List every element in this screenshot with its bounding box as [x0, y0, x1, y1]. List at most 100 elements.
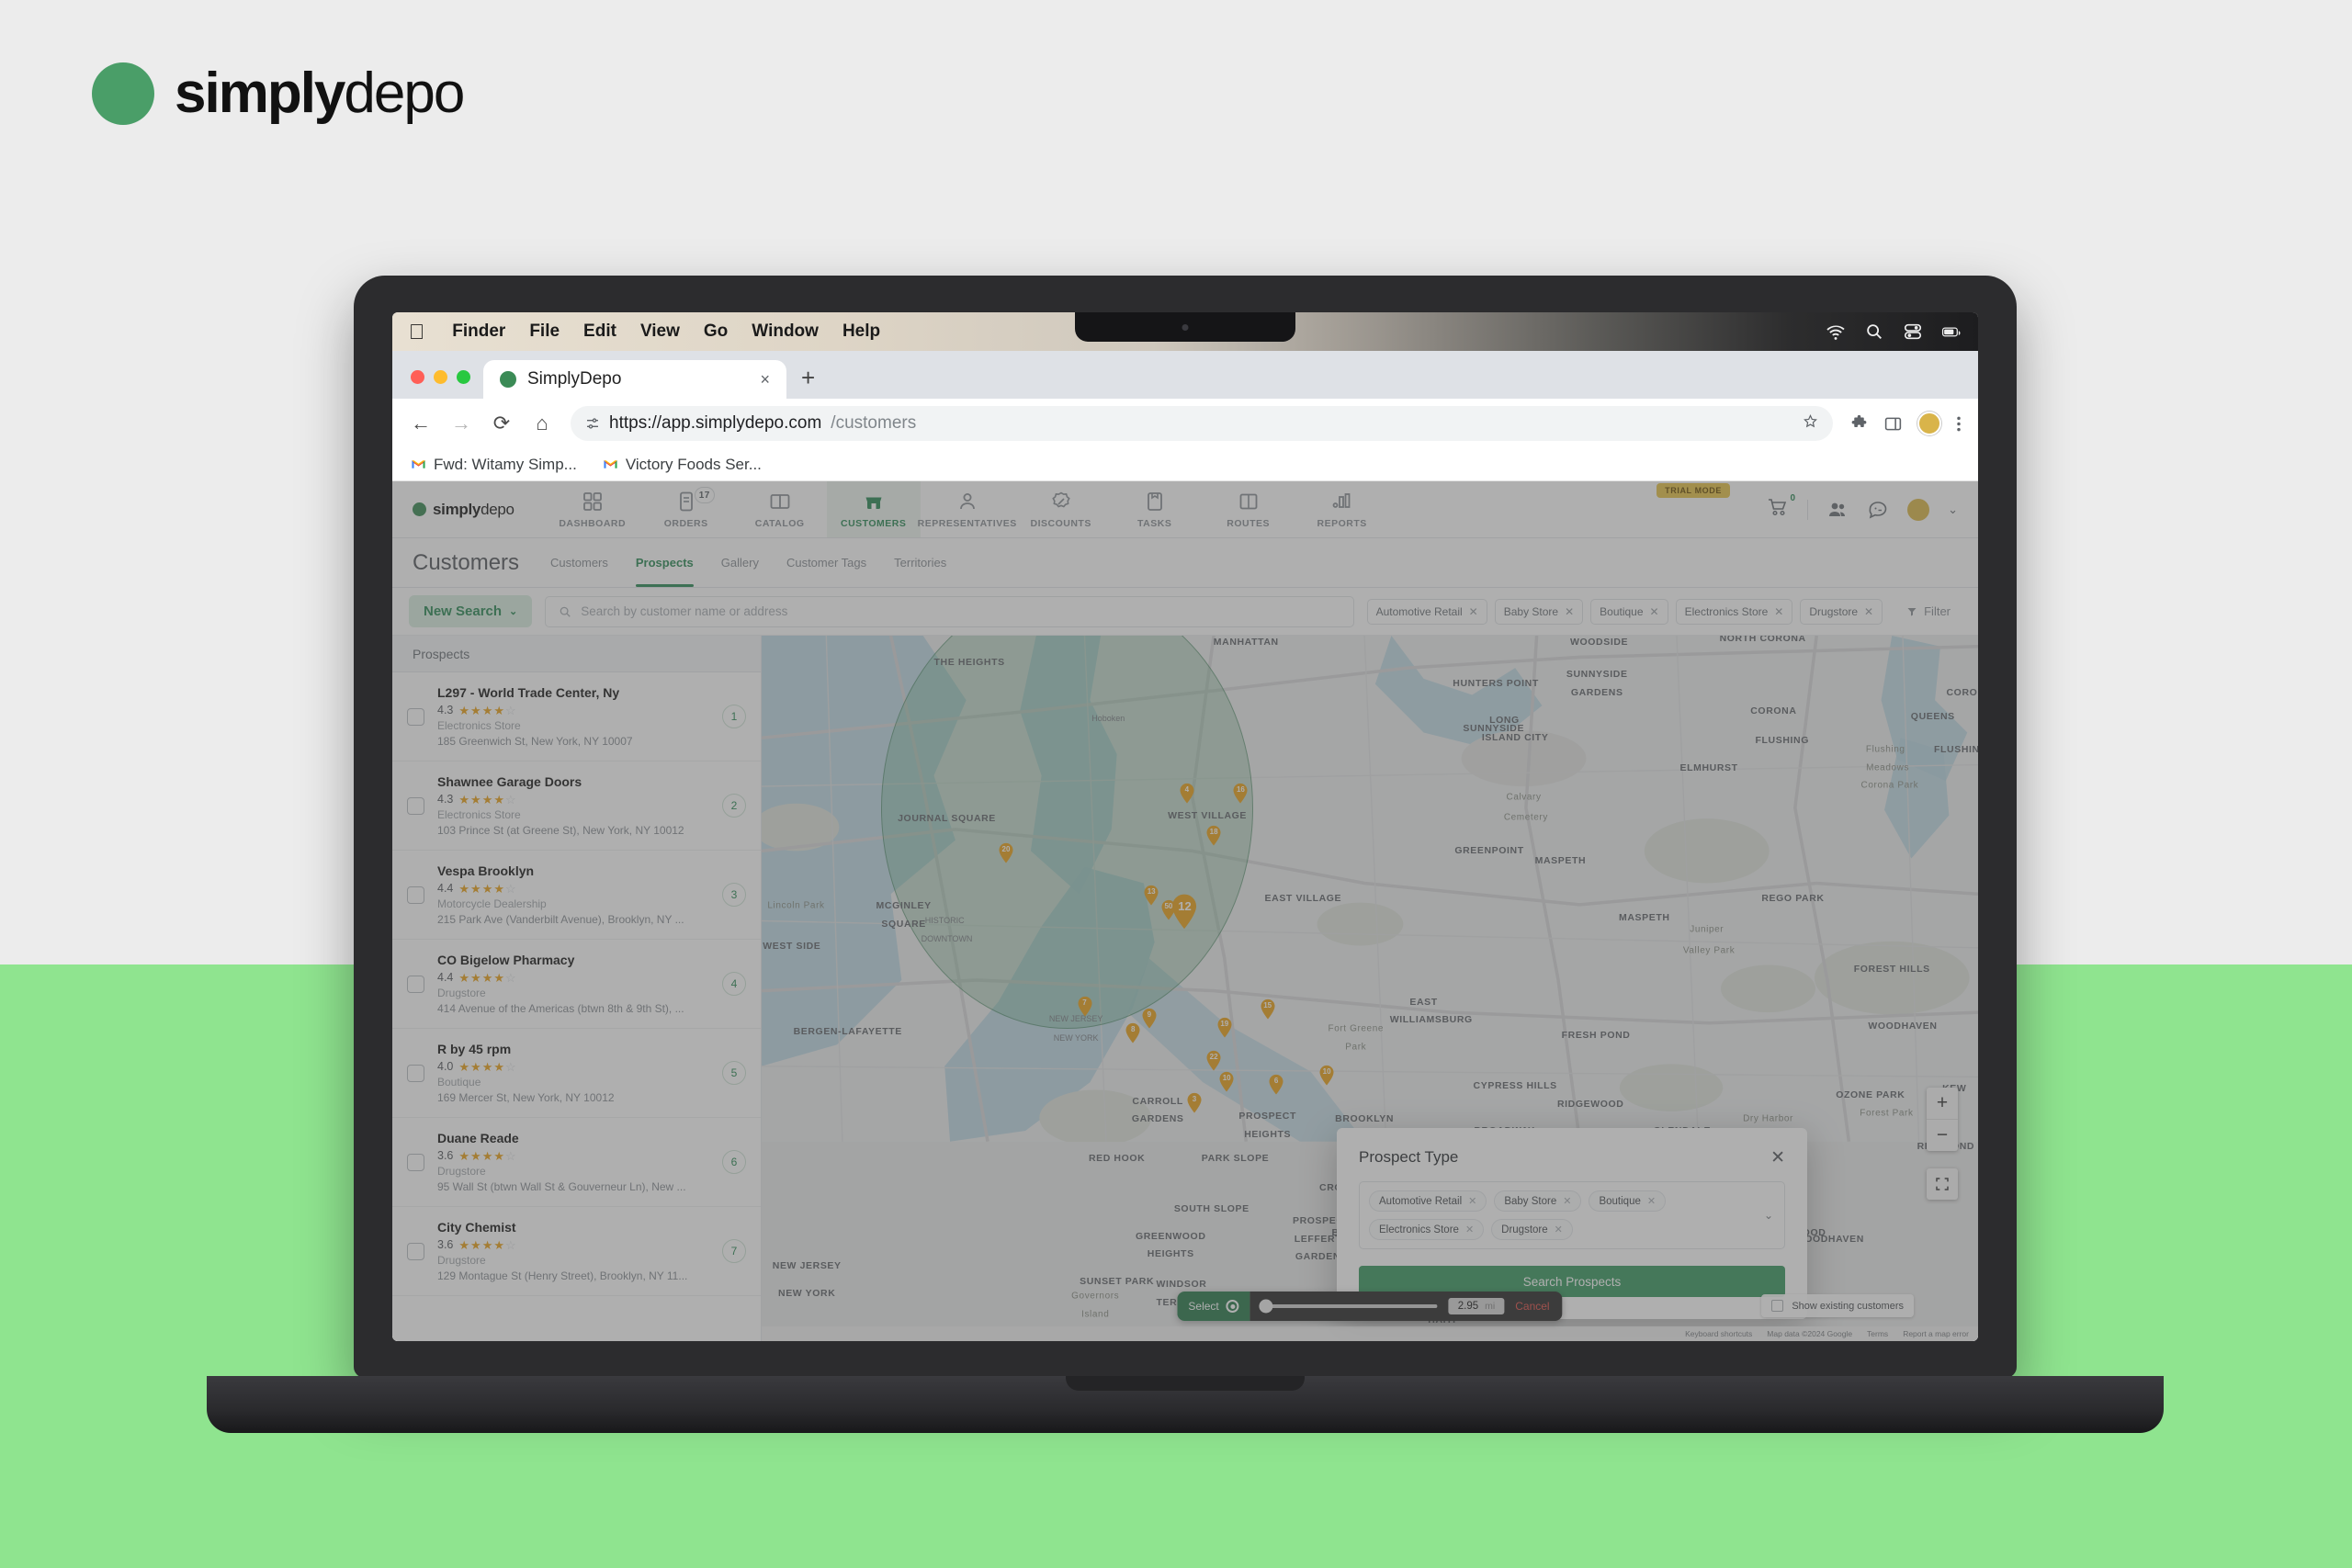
close-icon[interactable]: ✕	[1774, 605, 1783, 618]
close-icon[interactable]: ✕	[1465, 1224, 1474, 1235]
close-icon[interactable]: ✕	[1468, 1195, 1476, 1207]
menu-item-edit[interactable]: Edit	[583, 321, 616, 342]
checkbox-icon[interactable]	[1771, 1300, 1784, 1312]
checkbox-icon[interactable]	[407, 796, 424, 815]
list-item[interactable]: City Chemist 3.6 ★★★★☆ Drugstore 129 Montagu…	[392, 1207, 761, 1296]
user-menu-caret-icon[interactable]: ⌄	[1948, 502, 1958, 517]
modal-chip-drugstore[interactable]: Drugstore ✕	[1491, 1219, 1573, 1240]
map-pin[interactable]: 3	[1187, 1092, 1203, 1113]
map-pin[interactable]: 20	[998, 842, 1013, 863]
star-icon[interactable]	[1803, 413, 1818, 429]
list-item[interactable]: Shawnee Garage Doors 4.3 ★★★★☆ Electronics …	[392, 761, 761, 851]
tab-close-icon[interactable]: ×	[756, 370, 774, 389]
map-pin[interactable]: 18	[1206, 825, 1222, 846]
prospects-list[interactable]: L297 - World Trade Center, Ny 4.3 ★★★★☆ Ele…	[392, 672, 761, 1341]
map-pin[interactable]: 6	[1269, 1074, 1284, 1095]
people-icon[interactable]	[1826, 499, 1849, 521]
prospect-type-multiselect[interactable]: Automotive Retail ✕ Baby Store ✕ Boutique ✕…	[1359, 1181, 1785, 1249]
close-icon[interactable]: ✕	[1469, 605, 1478, 618]
close-icon[interactable]: ✕	[1650, 605, 1659, 618]
checkbox-icon[interactable]	[407, 886, 424, 904]
apple-logo-icon[interactable]: 	[409, 321, 424, 343]
bookmark-item-1[interactable]: Fwd: Witamy Simp...	[411, 456, 577, 474]
zoom-out-button[interactable]: −	[1927, 1120, 1958, 1151]
close-icon[interactable]: ✕	[1770, 1149, 1785, 1167]
sidepanel-icon[interactable]	[1883, 414, 1903, 434]
map-pin[interactable]: 12	[1170, 893, 1198, 930]
list-item[interactable]: R by 45 rpm 4.0 ★★★★☆ Boutique 169 Mercer St…	[392, 1029, 761, 1118]
zoom-in-button[interactable]: +	[1927, 1088, 1958, 1119]
list-item[interactable]: Vespa Brooklyn 4.4 ★★★★☆ Motorcycle Dealers…	[392, 851, 761, 940]
site-settings-icon[interactable]	[585, 416, 600, 431]
list-item[interactable]: L297 - World Trade Center, Ny 4.3 ★★★★☆ Ele…	[392, 672, 761, 761]
nav-item-routes[interactable]: ROUTES	[1202, 481, 1295, 537]
map-pin[interactable]: 7	[1077, 996, 1092, 1017]
checkbox-icon[interactable]	[407, 1242, 424, 1260]
filter-chip-boutique[interactable]: Boutique ✕	[1590, 598, 1668, 625]
modal-chip-automotive-retail[interactable]: Automotive Retail ✕	[1369, 1190, 1487, 1212]
modal-chip-electronics-store[interactable]: Electronics Store ✕	[1369, 1219, 1485, 1240]
filter-chip-automotive-retail[interactable]: Automotive Retail ✕	[1366, 598, 1487, 625]
map-pin[interactable]: 16	[1233, 783, 1249, 804]
subtab-customers[interactable]: Customers	[550, 538, 608, 587]
subtab-customer-tags[interactable]: Customer Tags	[786, 538, 866, 587]
close-icon[interactable]: ✕	[1565, 605, 1574, 618]
radius-value-field[interactable]: 2.95 mi	[1448, 1298, 1505, 1314]
cancel-radius-button[interactable]: Cancel	[1515, 1300, 1549, 1313]
back-button[interactable]: ←	[409, 412, 433, 435]
menu-item-file[interactable]: File	[529, 321, 560, 342]
menu-item-help[interactable]: Help	[842, 321, 880, 342]
filter-button[interactable]: Filter	[1895, 599, 1962, 624]
checkbox-icon[interactable]	[407, 707, 424, 726]
map-pin[interactable]: 22	[1206, 1050, 1222, 1071]
map-pin[interactable]: 15	[1260, 998, 1275, 1020]
menu-item-finder[interactable]: Finder	[452, 321, 505, 342]
nav-item-customers[interactable]: CUSTOMERS	[826, 481, 921, 537]
list-item[interactable]: CO Bigelow Pharmacy 4.4 ★★★★☆ Drugstore 414 …	[392, 940, 761, 1029]
wifi-icon[interactable]	[1826, 321, 1846, 342]
forward-button[interactable]: →	[449, 412, 473, 435]
nav-item-reports[interactable]: REPORTS	[1295, 481, 1389, 537]
more-menu-icon[interactable]	[1956, 414, 1962, 434]
close-icon[interactable]: ✕	[1555, 1224, 1563, 1235]
subtab-gallery[interactable]: Gallery	[721, 538, 759, 587]
control-center-icon[interactable]	[1903, 321, 1923, 342]
battery-icon[interactable]	[1941, 321, 1962, 342]
new-tab-button[interactable]: +	[786, 366, 830, 399]
chat-icon[interactable]	[1867, 499, 1889, 521]
filter-chip-electronics-store[interactable]: Electronics Store ✕	[1675, 598, 1793, 625]
list-item[interactable]: Duane Reade 3.6 ★★★★☆ Drugstore 95 Wall St (…	[392, 1118, 761, 1207]
cart-button[interactable]: 0	[1767, 493, 1795, 523]
nav-item-orders[interactable]: 17 ORDERS	[639, 481, 733, 537]
modal-chip-baby-store[interactable]: Baby Store ✕	[1494, 1190, 1582, 1212]
map-pin[interactable]: 9	[1141, 1008, 1157, 1029]
search-input[interactable]: Search by customer name or address	[545, 595, 1354, 627]
profile-avatar[interactable]	[1917, 412, 1941, 435]
browser-tab-simplydepo[interactable]: SimplyDepo ×	[483, 360, 786, 399]
reload-button[interactable]: ⟳	[490, 412, 514, 435]
map-footer-terms[interactable]: Terms	[1867, 1329, 1888, 1338]
extensions-icon[interactable]	[1849, 414, 1869, 434]
search-icon[interactable]	[1864, 321, 1884, 342]
checkbox-icon[interactable]	[407, 975, 424, 993]
subtab-territories[interactable]: Territories	[894, 538, 946, 587]
modal-chip-boutique[interactable]: Boutique ✕	[1589, 1190, 1667, 1212]
home-button[interactable]: ⌂	[530, 412, 554, 435]
filter-chip-baby-store[interactable]: Baby Store ✕	[1494, 598, 1584, 625]
nav-item-discounts[interactable]: DISCOUNTS	[1014, 481, 1108, 537]
nav-item-tasks[interactable]: TASKS	[1108, 481, 1202, 537]
map-pin[interactable]: 13	[1144, 885, 1159, 906]
select-radius-button[interactable]: Select	[1177, 1292, 1250, 1321]
address-bar[interactable]: https://app.simplydepo.com/customers	[571, 406, 1833, 441]
bookmark-item-2[interactable]: Victory Foods Ser...	[603, 456, 762, 474]
map-footer-report[interactable]: Report a map error	[1903, 1329, 1969, 1338]
map-pin[interactable]: 19	[1216, 1017, 1232, 1038]
checkbox-icon[interactable]	[407, 1153, 424, 1171]
close-icon[interactable]: ✕	[1647, 1195, 1656, 1207]
nav-item-catalog[interactable]: CATALOG	[733, 481, 827, 537]
menu-item-view[interactable]: View	[640, 321, 680, 342]
close-icon[interactable]: ✕	[1563, 1195, 1571, 1207]
menu-item-window[interactable]: Window	[752, 321, 819, 342]
checkbox-icon[interactable]	[407, 1064, 424, 1082]
maximize-window-button[interactable]	[457, 370, 470, 384]
